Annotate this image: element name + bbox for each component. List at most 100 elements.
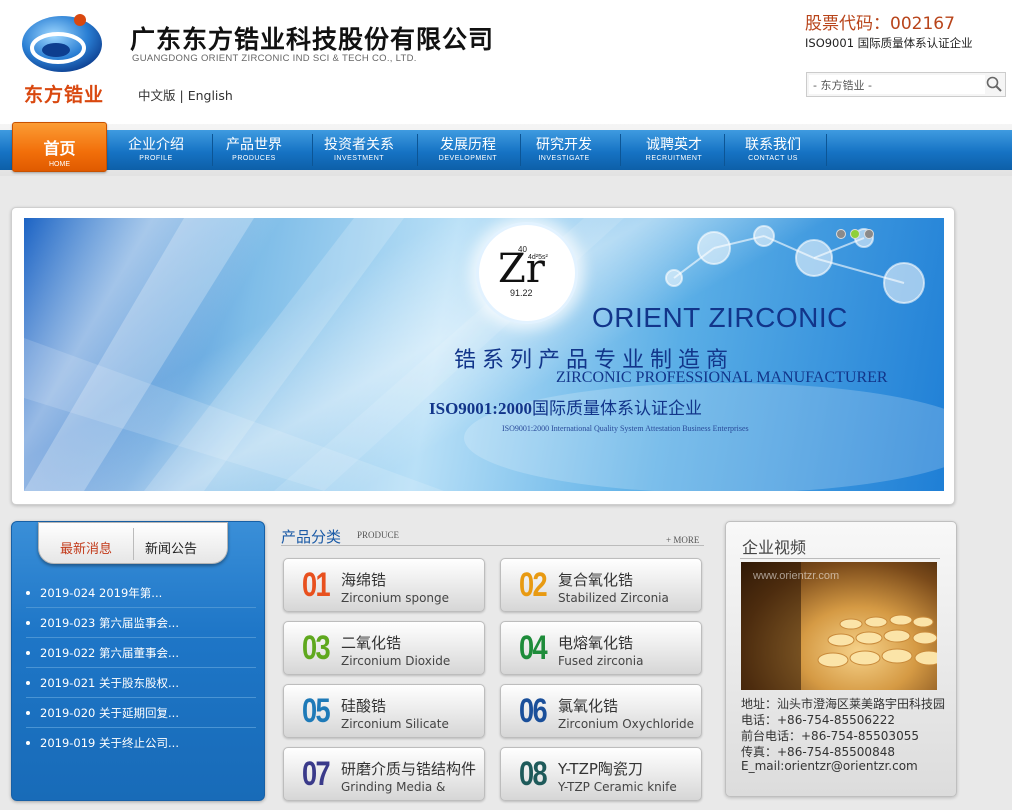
news-item-label: 2019-020 关于延期回复...	[40, 706, 179, 720]
news-item[interactable]: 2019-024 2019年第...	[26, 578, 256, 608]
product-number: 08	[519, 755, 548, 793]
company-name-en: GUANGDONG ORIENT ZIRCONIC IND SCI & TECH…	[132, 53, 417, 64]
banner-iso-bold: ISO9001:2000	[429, 399, 532, 418]
product-card[interactable]: 01 海绵锆 Zirconium sponge	[283, 558, 485, 612]
nav-label-cn: 研究开发	[536, 137, 592, 153]
product-number: 07	[302, 755, 331, 793]
nav-label-cn: 企业介绍	[128, 137, 184, 153]
product-name-en: Zirconium Dioxide	[341, 654, 451, 668]
banner-slogan-en: ZIRCONIC PROFESSIONAL MANUFACTURER	[556, 369, 888, 386]
news-item-label: 2019-021 关于股东股权...	[40, 676, 179, 690]
video-divider	[740, 558, 940, 559]
lang-separator: |	[179, 88, 184, 103]
nav-label-cn: 联系我们	[745, 137, 801, 153]
news-item[interactable]: 2019-019 关于终止公司...	[26, 728, 256, 758]
tab-announcements[interactable]: 新闻公告	[145, 538, 197, 557]
contact-phone: 电话：+86-754-85506222	[741, 713, 895, 727]
news-item-label: 2019-023 第六届监事会...	[40, 616, 179, 630]
banner-iso-cn: 国际质量体系认证企业	[531, 399, 702, 419]
contact-email[interactable]: E_mail:orientzr@orientzr.com	[741, 759, 918, 773]
nav-item-home[interactable]: 首页 HOME	[12, 122, 107, 172]
lang-en-link[interactable]: English	[188, 88, 233, 103]
product-card[interactable]: 06 氯氧化锆 Zirconium Oxychloride	[500, 684, 702, 738]
bullet-icon	[26, 620, 30, 625]
slide-dot-2[interactable]	[850, 229, 860, 239]
main-nav: 企业介绍 PROFILE 产品世界 PRODUCES 投资者关系 INVESTM…	[0, 124, 1012, 176]
nav-label-en: INVESTIGATE	[538, 155, 590, 162]
stock-code: 股票代码：002167	[805, 14, 955, 34]
search-box	[806, 72, 1006, 97]
nav-divider	[417, 134, 418, 166]
product-name-en: Stabilized Zirconia	[558, 591, 669, 605]
contact-front-desk: 前台电话：+86-754-85503055	[741, 729, 919, 743]
product-card[interactable]: 08 Y-TZP陶瓷刀 Y-TZP Ceramic knife	[500, 747, 702, 801]
banner-brand: ORIENT ZIRCONIC	[592, 302, 848, 333]
product-name-cn: 研磨介质与锆结构件	[341, 760, 477, 778]
company-video[interactable]: www.orientzr.com	[741, 562, 937, 690]
product-name-cn: 复合氧化锆	[558, 571, 634, 589]
nav-label-en: HOME	[49, 161, 70, 168]
nav-label-cn: 首页	[43, 139, 76, 158]
bullet-icon	[26, 650, 30, 655]
product-card[interactable]: 02 复合氧化锆 Stabilized Zirconia	[500, 558, 702, 612]
product-card[interactable]: 03 二氧化锆 Zirconium Dioxide	[283, 621, 485, 675]
nav-label-en: RECRUITMENT	[645, 155, 703, 162]
product-name-en: Grinding Media &	[341, 780, 446, 794]
nav-label-cn: 产品世界	[226, 137, 282, 153]
bullet-icon	[26, 740, 30, 745]
product-number: 04	[519, 629, 548, 667]
product-name-cn: 电熔氧化锆	[558, 634, 634, 652]
product-number: 06	[519, 692, 548, 730]
slide-dot-1[interactable]	[836, 229, 846, 239]
product-card[interactable]: 07 研磨介质与锆结构件 Grinding Media &	[283, 747, 485, 801]
nav-divider	[620, 134, 621, 166]
product-name-cn: 海绵锆	[341, 571, 387, 589]
nav-label-en: PRODUCES	[232, 155, 276, 162]
products-more-link[interactable]: + MORE	[666, 535, 699, 545]
nav-item-development[interactable]: 发展历程 DEVELOPMENT	[420, 130, 516, 170]
contact-fax: 传真：+86-754-85500848	[741, 745, 895, 759]
product-number: 02	[519, 566, 548, 604]
element-symbol: Zr	[498, 246, 545, 292]
nav-label-cn: 诚聘英才	[646, 137, 702, 153]
nav-label-cn: 发展历程	[440, 137, 496, 153]
nav-item-recruitment[interactable]: 诚聘英才 RECRUITMENT	[626, 130, 722, 170]
video-title: 企业视频	[742, 538, 807, 557]
product-card[interactable]: 05 硅酸锆 Zirconium Silicate	[283, 684, 485, 738]
news-item[interactable]: 2019-023 第六届监事会...	[26, 608, 256, 638]
company-logo[interactable]	[18, 10, 108, 76]
product-name-en: Y-TZP Ceramic knife	[558, 780, 677, 794]
tab-latest-news[interactable]: 最新消息	[60, 538, 112, 557]
news-item[interactable]: 2019-021 关于股东股权...	[26, 668, 256, 698]
products-divider	[281, 545, 704, 546]
product-name-en: Zirconium sponge	[341, 591, 450, 605]
company-name-cn: 广东东方锆业科技股份有限公司	[130, 25, 495, 54]
product-name-cn: 氯氧化锆	[558, 697, 619, 715]
nav-item-investment[interactable]: 投资者关系 INVESTMENT	[312, 130, 406, 170]
products-title: 产品分类	[281, 528, 342, 546]
news-item[interactable]: 2019-022 第六届董事会...	[26, 638, 256, 668]
search-icon[interactable]	[985, 75, 1003, 94]
nav-item-investigate[interactable]: 研究开发 INVESTIGATE	[518, 130, 610, 170]
nav-item-produces[interactable]: 产品世界 PRODUCES	[208, 130, 300, 170]
banner-iso: ISO9001:2000国际质量体系认证企业	[429, 394, 702, 419]
nav-divider	[724, 134, 725, 166]
product-name-en: Fused zirconia	[558, 654, 644, 668]
element-mass: 91.22	[510, 288, 533, 298]
nav-label-en: DEVELOPMENT	[438, 155, 498, 162]
product-name-en: Zirconium Silicate	[341, 717, 449, 731]
nav-item-profile[interactable]: 企业介绍 PROFILE	[110, 130, 202, 170]
news-item-label: 2019-019 关于终止公司...	[40, 736, 179, 750]
product-card[interactable]: 04 电熔氧化锆 Fused zirconia	[500, 621, 702, 675]
product-name-cn: 二氧化锆	[341, 634, 402, 652]
nav-divider	[826, 134, 827, 166]
products-subtitle: PRODUCE	[357, 530, 400, 540]
lang-cn-link[interactable]: 中文版	[138, 88, 176, 103]
search-input[interactable]	[809, 75, 985, 94]
contact-address: 地址：汕头市澄海区莱美路宇田科技园	[741, 697, 946, 711]
nav-item-contact[interactable]: 联系我们 CONTACT US	[728, 130, 818, 170]
hero-banner[interactable]: 40 4d²5s² Zr 91.22 ORIENT ZIRCONIC 锆系列产品…	[24, 218, 944, 491]
slide-dot-3[interactable]	[864, 229, 874, 239]
bullet-icon	[26, 590, 30, 595]
news-item[interactable]: 2019-020 关于延期回复...	[26, 698, 256, 728]
